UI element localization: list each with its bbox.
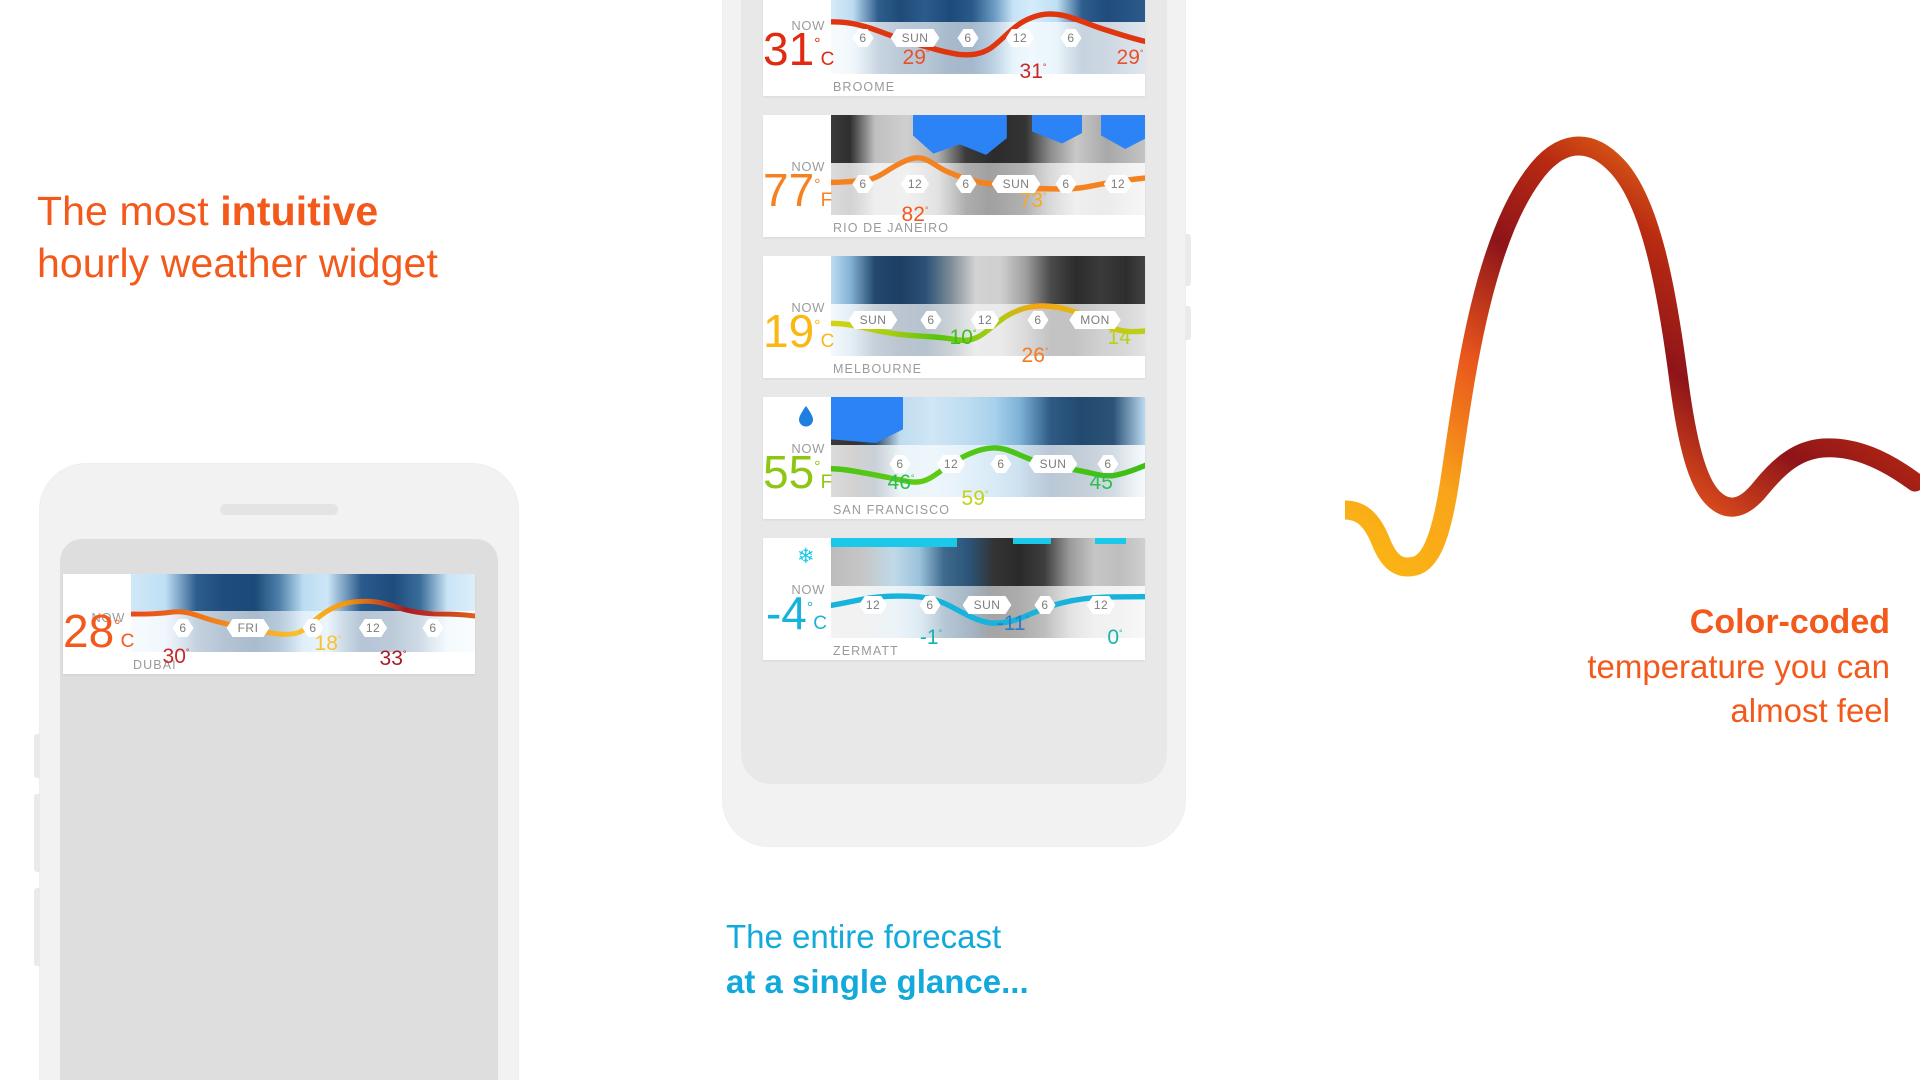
time-tick-rio-5: 12: [1104, 175, 1132, 193]
temp-value-zermatt-0: -1°: [919, 626, 943, 649]
caption-right: Color-coded temperature you can almost f…: [1370, 600, 1890, 733]
headline-left-line2: hourly weather widget: [37, 240, 438, 287]
headline-left-line1: The most intuitive: [37, 185, 597, 237]
city-name-melbourne: MELBOURNE: [833, 362, 923, 376]
widget-left-panel-sanfrancisco: NOW 55°F: [763, 397, 833, 519]
temperature-line-rio: [831, 155, 1145, 192]
temp-value-sf-1: 59°: [961, 487, 989, 510]
color-gradient-curve: [1335, 130, 1920, 590]
caption-center: The entire forecast at a single glance..…: [726, 915, 1246, 1004]
weather-widget-zermatt[interactable]: ❄ NOW -4°C ZERMATT 12 6 SUN 6 12 -1° -11…: [763, 538, 1145, 660]
widget-graph-zermatt: [831, 538, 1145, 638]
widget-left-panel-rio: NOW 77°F: [763, 115, 833, 237]
time-tick-melbourne-2: 12: [971, 311, 999, 329]
current-temp-value-sanfrancisco: 55: [763, 445, 815, 498]
headline-left: The most intuitive hourly weather widget: [37, 185, 597, 289]
city-name-sanfrancisco: SAN FRANCISCO: [833, 503, 951, 517]
phone-left-earpiece: [220, 504, 338, 515]
current-temp-value-melbourne: 19: [763, 304, 815, 357]
current-temp-value-dubai: 28: [63, 605, 115, 658]
weather-widget-melbourne[interactable]: NOW 19°C MELBOURNE SUN 6 12 6 MON 10° 26…: [763, 256, 1145, 378]
widget-graph-dubai: [131, 574, 475, 652]
phone-center-volume-button[interactable]: [1185, 234, 1191, 286]
time-tick-rio-3: SUN: [992, 175, 1041, 193]
caption-center-line2: at a single glance...: [726, 962, 1029, 1000]
current-temp-sanfrancisco: 55°F: [763, 445, 833, 498]
phone-center-screen: NOW 31°C BROOME 6 SUN 6 12 6 29° 31° 29°: [741, 0, 1167, 784]
raindrop-icon: [797, 405, 815, 431]
phone-left-volume-up-button[interactable]: [34, 794, 40, 872]
weather-widget-sanfrancisco[interactable]: NOW 55°F SAN FRANCISCO 6 12 6 SUN 6 46° …: [763, 397, 1145, 519]
temp-value-sf-2: 45°: [1089, 471, 1117, 494]
widget-left-panel-melbourne: NOW 19°C: [763, 256, 835, 378]
city-name-zermatt: ZERMATT: [833, 644, 899, 658]
current-temp-broome: 31°C: [763, 22, 835, 75]
headline-left-line1-bold: intuitive: [220, 188, 379, 234]
temp-value-dubai-0: 30°: [162, 645, 190, 668]
city-name-rio: RIO DE JANEIRO: [833, 221, 950, 235]
phone-left-mute-button[interactable]: [34, 734, 40, 778]
current-temp-value-zermatt: -4: [765, 586, 807, 639]
temp-value-melbourne-2: 14°: [1107, 326, 1135, 349]
time-tick-melbourne-0: SUN: [849, 311, 898, 329]
time-tick-rio-1: 12: [901, 175, 929, 193]
temp-value-melbourne-1: 26°: [1021, 344, 1049, 367]
weather-widget-broome[interactable]: NOW 31°C BROOME 6 SUN 6 12 6 29° 31° 29°: [763, 0, 1145, 96]
current-temp-melbourne: 19°C: [763, 304, 835, 357]
temp-value-melbourne-0: 10°: [949, 326, 977, 349]
temperature-line-broome: [831, 11, 1145, 58]
weather-widget-dubai[interactable]: NOW 28°C DUBAI 6 FRI 6 12 6 30° 18° 33°: [63, 574, 475, 674]
caption-center-line1: The entire forecast: [726, 918, 1002, 955]
current-temp-zermatt: -4°C: [765, 586, 827, 639]
widget-graph-broome: [831, 0, 1145, 74]
caption-right-line1: Color-coded: [1689, 603, 1890, 641]
time-tick-zermatt-2: SUN: [963, 596, 1012, 614]
phone-center-power-button[interactable]: [1185, 306, 1191, 340]
temp-value-broome-0: 29°: [902, 46, 930, 69]
temp-value-rio-0: 82°: [901, 203, 929, 226]
phone-left-volume-down-button[interactable]: [34, 888, 40, 966]
current-temp-dubai: 28°C: [63, 608, 134, 654]
temperature-line-melbourne: [831, 303, 1145, 344]
current-temp-value-rio: 77: [763, 163, 815, 216]
time-tick-dubai-3: 12: [359, 619, 387, 637]
temp-value-zermatt-2: 0°: [1107, 626, 1123, 649]
caption-right-line2: temperature you can: [1587, 648, 1890, 686]
temp-value-dubai-2: 33°: [379, 647, 407, 670]
current-temp-rio: 77°F: [763, 163, 833, 216]
city-name-broome: BROOME: [833, 80, 896, 94]
temp-value-broome-1: 31°: [1019, 60, 1047, 83]
temp-value-sf-0: 46°: [887, 471, 915, 494]
snowflake-icon: ❄: [797, 545, 815, 568]
widget-left-panel-zermatt: ❄ NOW -4°C: [763, 538, 831, 660]
widget-graph-rio: [831, 115, 1145, 215]
current-temp-value-broome: 31: [763, 22, 815, 75]
phone-left: NOW 28°C DUBAI 6 FRI 6 12 6 30° 18° 33°: [34, 464, 518, 1080]
time-tick-broome-1: SUN: [891, 29, 940, 47]
caption-right-line3: almost feel: [1730, 692, 1890, 730]
temperature-line-zermatt: [831, 593, 1145, 626]
time-tick-zermatt-4: 12: [1087, 596, 1115, 614]
weather-widget-rio[interactable]: NOW 77°F RIO DE JANEIRO 6 12 6 SUN 6 12 …: [763, 115, 1145, 237]
widget-left-panel-broome: NOW 31°C: [763, 0, 835, 96]
temp-value-zermatt-1: -11°: [996, 612, 1030, 635]
temp-unit-dubai: C: [120, 631, 135, 653]
phone-center: NOW 31°C BROOME 6 SUN 6 12 6 29° 31° 29°: [723, 0, 1191, 846]
time-tick-zermatt-0: 12: [859, 596, 887, 614]
time-tick-sf-3: SUN: [1029, 455, 1078, 473]
promo-screenshot: The most intuitive hourly weather widget: [0, 0, 1920, 1080]
time-tick-broome-3: 12: [1006, 29, 1034, 47]
time-tick-sf-1: 12: [937, 455, 965, 473]
time-tick-melbourne-4: MON: [1069, 311, 1121, 329]
widget-graph-melbourne: [831, 256, 1145, 356]
time-tick-dubai-1: FRI: [227, 619, 270, 637]
temp-value-dubai-1: 18°: [314, 632, 342, 655]
temperature-line-dubai: [131, 598, 475, 637]
headline-left-line1-plain: The most: [37, 188, 221, 234]
widget-left-panel-dubai: NOW 28°C: [63, 574, 134, 674]
temp-value-broome-2: 29°: [1116, 46, 1144, 69]
